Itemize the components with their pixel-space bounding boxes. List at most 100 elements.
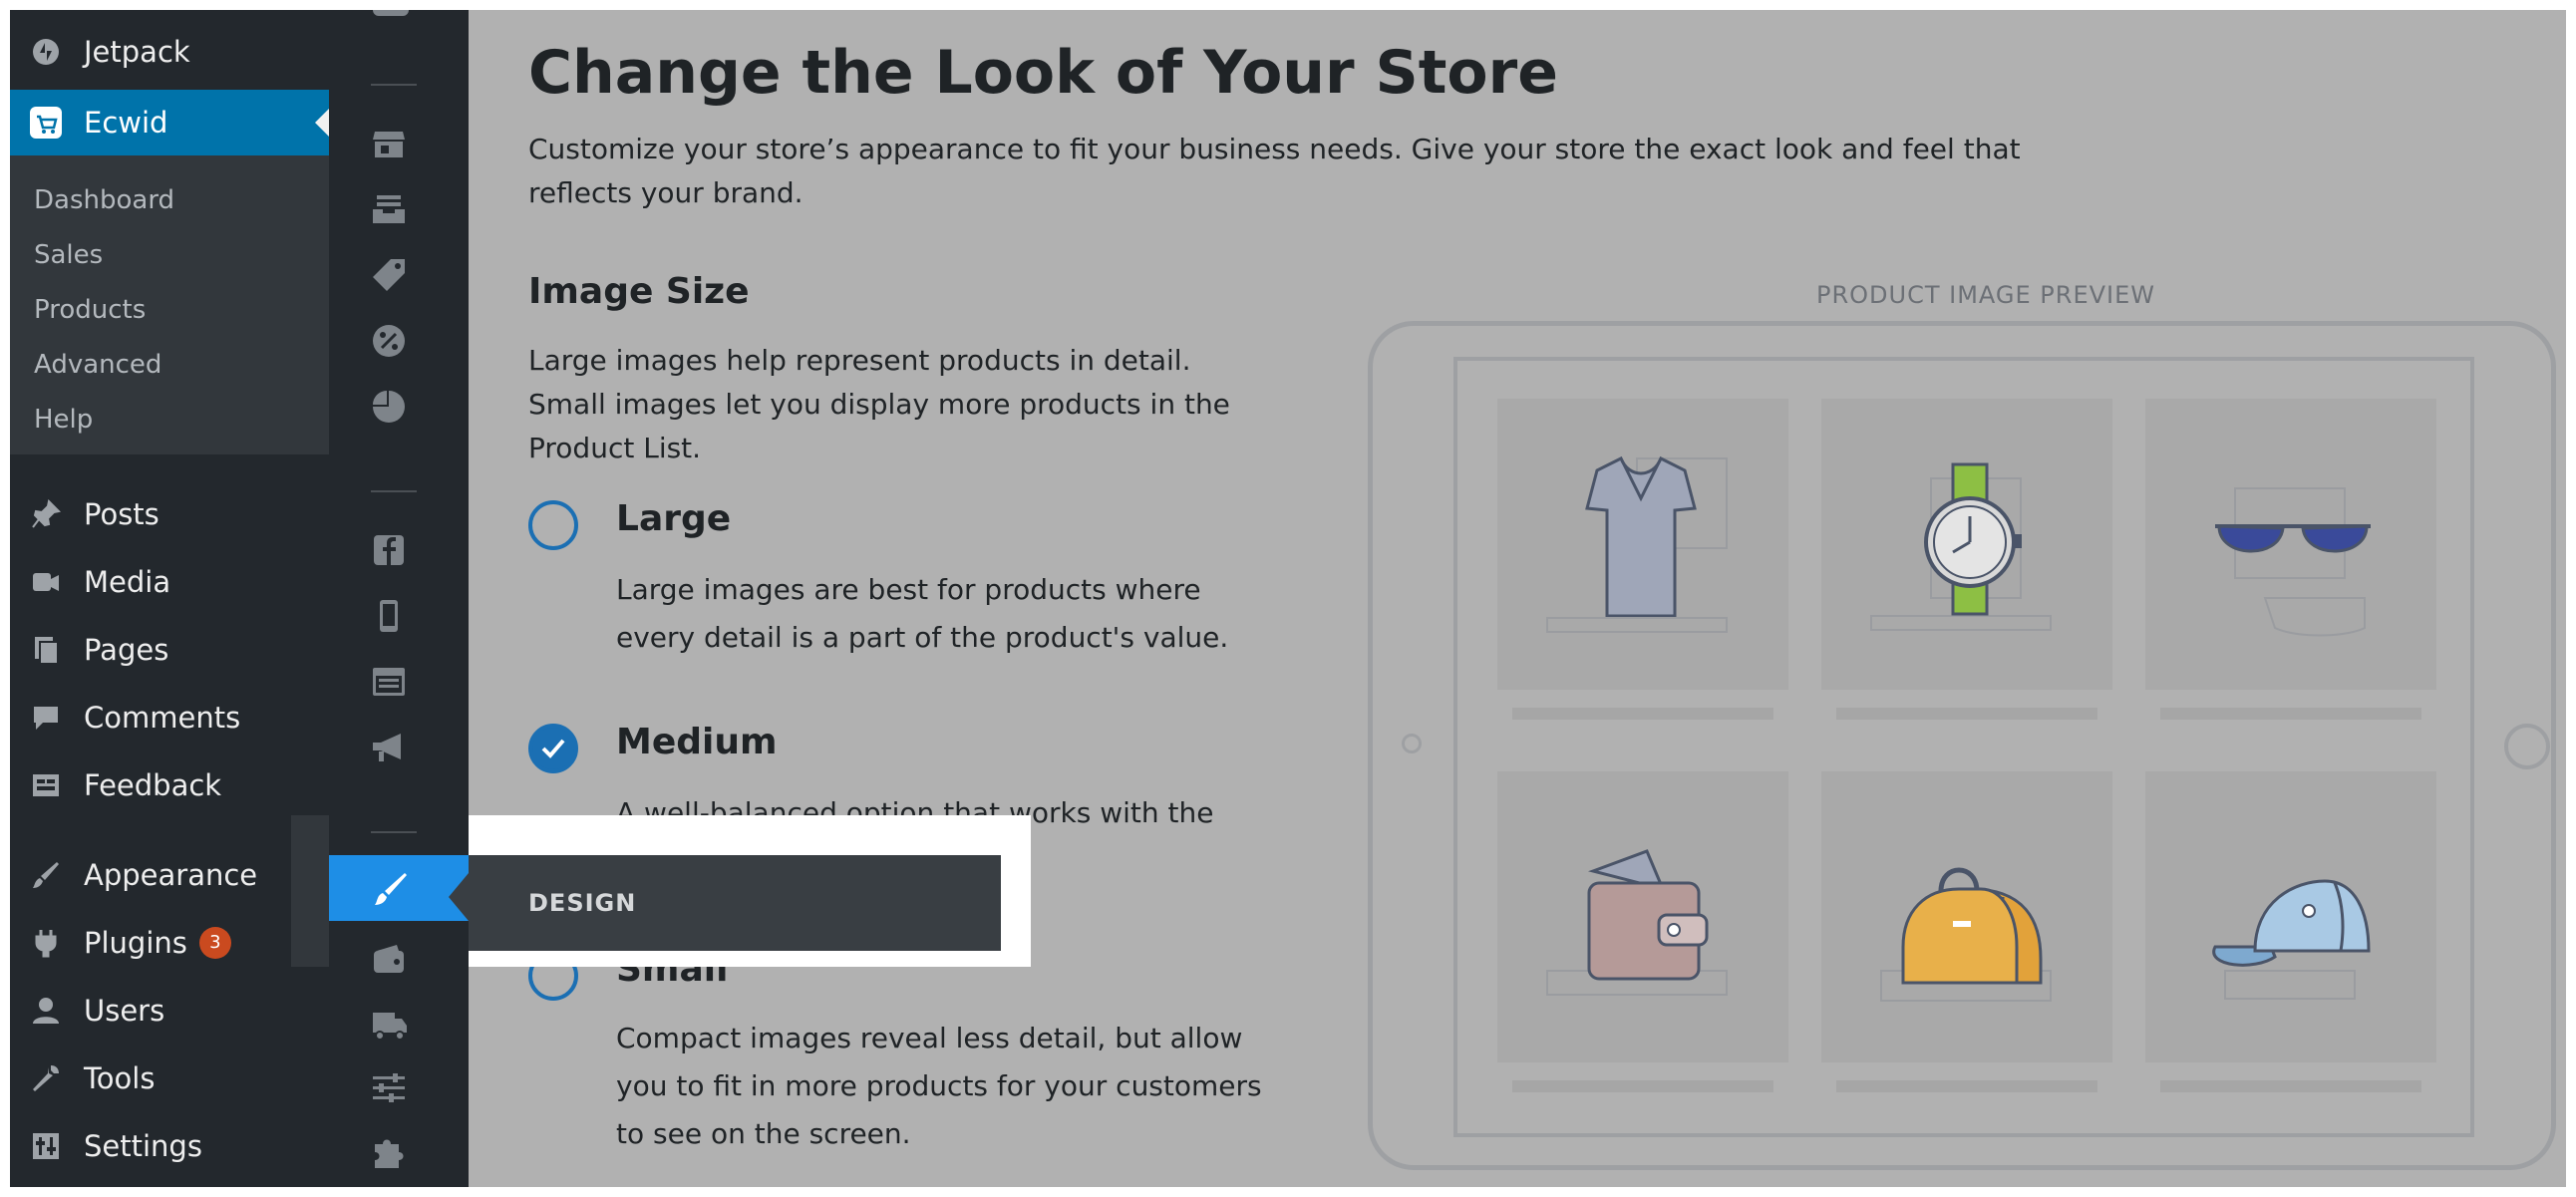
tablet-home-button <box>2504 724 2550 769</box>
t-shirt-icon <box>1546 455 1728 633</box>
radio-large[interactable] <box>528 500 578 550</box>
separator <box>371 831 417 833</box>
product-card <box>1821 399 2112 690</box>
menu-label: Jetpack <box>84 35 190 69</box>
submenu-sales[interactable]: Sales <box>34 240 103 270</box>
reports-pie-icon[interactable] <box>371 389 407 425</box>
discount-icon[interactable] <box>371 323 407 359</box>
design-nav-item-active[interactable] <box>329 855 469 921</box>
product-card <box>2145 399 2436 690</box>
facebook-icon[interactable] <box>371 532 407 568</box>
menu-label: Comments <box>84 701 241 735</box>
separator <box>371 84 417 86</box>
menu-label: Users <box>84 994 165 1028</box>
ecwid-submenu: Dashboard Sales Products Advanced Help <box>10 155 329 454</box>
separator <box>371 490 417 492</box>
menu-label: Ecwid <box>84 106 168 140</box>
design-page: Change the Look of Your Store Customize … <box>469 10 2566 1187</box>
jetpack-icon <box>28 34 64 70</box>
sunglasses-icon <box>2215 487 2371 637</box>
preview-label: PRODUCT IMAGE PREVIEW <box>1816 281 2156 309</box>
product-card <box>1497 399 1788 690</box>
option-large-title: Large <box>616 498 732 539</box>
menu-label: Plugins <box>84 926 187 960</box>
section-description: Large images help represent products in … <box>528 344 1230 464</box>
card-caption-bar <box>1836 1080 2097 1092</box>
wp-admin-sidebar: Jetpack Ecwid Dashboard Sales Products A… <box>10 10 329 1187</box>
menu-label: Appearance <box>84 858 258 892</box>
card-caption-bar <box>1512 708 1773 720</box>
tag-icon[interactable] <box>371 257 407 293</box>
submenu-products[interactable]: Products <box>34 295 146 325</box>
page-intro: Customize your store’s appearance to fit… <box>528 133 2021 209</box>
checkmark-icon <box>541 739 565 758</box>
page-title: Change the Look of Your Store <box>528 38 1558 108</box>
submenu-dashboard[interactable]: Dashboard <box>34 185 174 215</box>
comments-icon <box>28 700 64 736</box>
bag-icon <box>1880 867 2052 1002</box>
feedback-icon <box>28 767 64 803</box>
tablet-camera <box>1402 734 1422 753</box>
paintbrush-icon <box>373 871 409 911</box>
tooltip-label: DESIGN <box>528 889 637 917</box>
option-medium-title: Medium <box>616 722 778 762</box>
update-count-badge: 3 <box>198 927 231 959</box>
puzzle-icon[interactable] <box>371 1134 407 1170</box>
cap-icon <box>2212 879 2371 1000</box>
menu-label: Tools <box>84 1061 156 1095</box>
menu-item-feedback[interactable]: Feedback <box>10 755 329 815</box>
media-icon <box>28 564 64 600</box>
radio-medium[interactable] <box>528 724 578 773</box>
card-caption-bar <box>1512 1080 1773 1092</box>
browser-window-icon[interactable] <box>371 664 407 700</box>
app-frame: Jetpack Ecwid Dashboard Sales Products A… <box>10 10 2566 1187</box>
mobile-icon[interactable] <box>371 598 407 634</box>
settings-icon <box>28 1128 64 1164</box>
menu-item-media[interactable]: Media <box>10 552 329 612</box>
section-title: Image Size <box>528 271 750 312</box>
menu-item-ecwid[interactable]: Ecwid <box>10 90 329 155</box>
menu-item-tools[interactable]: Tools <box>10 1048 329 1108</box>
option-small-description: Compact images reveal less detail, but a… <box>616 1022 1262 1150</box>
watch-icon <box>1870 462 2052 631</box>
card-caption-bar <box>2160 1080 2421 1092</box>
plug-icon <box>28 925 64 961</box>
brush-icon <box>28 857 64 893</box>
cart-icon <box>28 105 64 141</box>
menu-item-appearance[interactable]: Appearance <box>10 845 329 905</box>
megaphone-icon[interactable] <box>371 730 407 765</box>
wrench-icon <box>28 1060 64 1096</box>
ecwid-icon-bar <box>329 10 469 1187</box>
product-card <box>1821 771 2112 1062</box>
menu-item-comments[interactable]: Comments <box>10 688 329 748</box>
submenu-help[interactable]: Help <box>34 405 93 435</box>
menu-item-users[interactable]: Users <box>10 981 329 1041</box>
menu-item-settings[interactable]: Settings <box>10 1116 329 1176</box>
pin-icon <box>28 496 64 532</box>
menu-label: Media <box>84 565 171 599</box>
menu-label: Posts <box>84 497 160 531</box>
orders-icon[interactable] <box>371 191 407 227</box>
menu-label: Pages <box>84 633 169 667</box>
card-caption-bar <box>2160 708 2421 720</box>
pages-icon <box>28 632 64 668</box>
product-card <box>2145 771 2436 1062</box>
user-icon <box>28 993 64 1029</box>
menu-label: Feedback <box>84 768 222 802</box>
store-icon[interactable] <box>371 126 407 161</box>
top-icon[interactable] <box>371 10 409 28</box>
card-caption-bar <box>1836 708 2097 720</box>
tooltip-arrow <box>449 873 469 921</box>
truck-icon[interactable] <box>371 1007 407 1043</box>
wallet-icon[interactable] <box>371 941 407 977</box>
product-card <box>1497 771 1788 1062</box>
menu-label: Settings <box>84 1129 202 1163</box>
menu-item-jetpack[interactable]: Jetpack <box>10 22 329 82</box>
option-large-description: Large images are best for products where… <box>616 573 1229 654</box>
submenu-advanced[interactable]: Advanced <box>34 350 161 380</box>
menu-item-posts[interactable]: Posts <box>10 484 329 544</box>
menu-item-pages[interactable]: Pages <box>10 620 329 680</box>
sliders-icon[interactable] <box>371 1070 407 1106</box>
design-tooltip: DESIGN <box>469 855 1001 951</box>
menu-item-plugins[interactable]: Plugins 3 <box>10 913 329 973</box>
